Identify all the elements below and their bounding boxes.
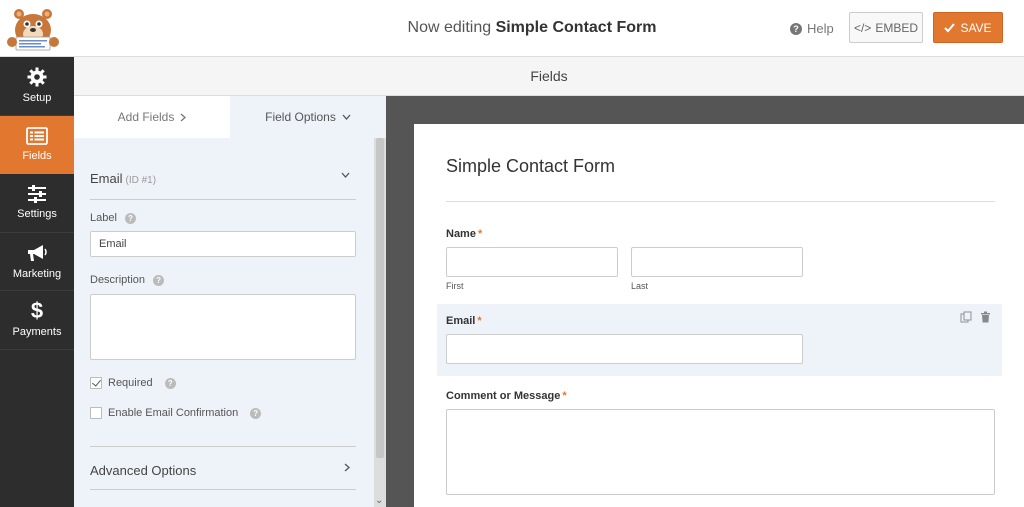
chevron-down-icon[interactable] [341,172,350,178]
description-textarea[interactable] [90,294,356,360]
advanced-options-toggle[interactable]: Advanced Options [90,463,356,478]
label-caption: Label ? [90,212,136,224]
field-actions [960,311,991,323]
required-label: Required [108,377,153,389]
message-textarea[interactable] [446,409,995,495]
chevron-down-icon[interactable]: ⌄ [375,495,383,506]
required-mark: * [477,315,482,327]
label-input[interactable]: Email [90,231,356,257]
dollar-icon: $ [30,298,44,324]
fields-list-icon [26,126,48,145]
help-label: Help [807,21,834,36]
chevron-right-icon [180,113,187,121]
name-field-label: Name * [446,228,482,240]
first-sublabel: First [446,281,464,291]
embed-button[interactable]: </> EMBED [849,12,923,43]
panel-scrollbar[interactable]: ⌄ [374,138,386,507]
sidebar-item-label: Setup [22,92,52,105]
chevron-right-icon [344,463,350,472]
field-options-header[interactable]: Email (ID #1) [90,170,356,200]
trash-icon[interactable] [980,311,991,323]
embed-label: EMBED [875,20,919,35]
sidebar-item-label: Fields [22,149,52,162]
label-caption-text: Label [90,212,117,224]
sidebar-item-label: Settings [17,208,57,221]
question-icon[interactable]: ? [153,274,165,286]
duplicate-icon[interactable] [960,311,972,323]
section-title: Fields [74,57,1024,96]
required-checkbox[interactable] [90,377,102,389]
field-options-panel: Add Fields Field Options Email (ID #1) La… [74,96,386,507]
left-sidebar: Setup Fields Settings Marketing $ Paymen… [0,57,74,507]
form-name: Simple Contact Form [495,19,657,36]
divider [446,201,995,202]
question-icon: ? [790,22,802,35]
checkmark-icon [944,22,956,32]
description-caption-text: Description [90,274,146,286]
message-label-text: Comment or Message [446,390,561,402]
question-icon[interactable]: ? [164,377,176,389]
tab-label: Field Options [265,110,336,124]
chevron-down-icon [342,114,351,120]
question-icon[interactable]: ? [124,212,136,224]
tab-field-options[interactable]: Field Options [230,96,386,138]
email-confirmation-label: Enable Email Confirmation [108,407,239,419]
required-mark: * [477,228,483,240]
last-sublabel: Last [631,281,649,291]
divider [90,489,356,490]
email-label-text: Email [446,315,476,327]
save-label: SAVE [960,20,992,35]
sidebar-item-settings[interactable]: Settings [0,174,74,233]
help-link[interactable]: ? Help [790,21,834,36]
required-checkbox-row[interactable]: Required ? [90,377,176,389]
sidebar-item-setup[interactable]: Setup [0,57,74,116]
scrollbar-thumb[interactable] [376,138,384,458]
options-scroll-area: Email (ID #1) Label ? Email Description ?… [74,138,374,507]
last-name-input[interactable] [631,247,803,277]
panel-tabs: Add Fields Field Options [74,96,386,138]
gear-icon [27,67,47,87]
advanced-options-label: Advanced Options [90,463,197,478]
tab-add-fields[interactable]: Add Fields [74,96,230,138]
email-field-label: Email * [446,315,482,327]
name-label-text: Name [446,228,476,240]
sliders-icon [28,185,46,204]
form-title: Simple Contact Form [446,156,616,176]
sidebar-item-label: Payments [12,326,62,339]
email-input[interactable] [446,334,803,364]
question-icon[interactable]: ? [250,407,262,419]
sidebar-item-payments[interactable]: $ Payments [0,291,74,350]
title-prefix: Now editing [407,19,496,36]
divider [90,446,356,447]
sidebar-item-label: Marketing [12,267,62,280]
sidebar-item-marketing[interactable]: Marketing [0,233,74,291]
megaphone-icon [28,244,47,261]
message-field-label: Comment or Message * [446,390,567,402]
top-header: Now editing Simple Contact Form ? Help <… [0,0,1024,57]
field-name: Email [90,171,123,186]
sidebar-item-fields[interactable]: Fields [0,115,74,174]
first-name-input[interactable] [446,247,618,277]
email-confirmation-checkbox[interactable] [90,407,102,419]
tab-label: Add Fields [117,110,175,124]
description-caption: Description ? [90,274,165,286]
email-confirmation-row[interactable]: Enable Email Confirmation ? [90,407,262,419]
required-mark: * [562,390,567,402]
code-icon: </> [853,20,872,35]
save-button[interactable]: SAVE [933,12,1003,43]
field-id: (ID #1) [125,175,157,186]
